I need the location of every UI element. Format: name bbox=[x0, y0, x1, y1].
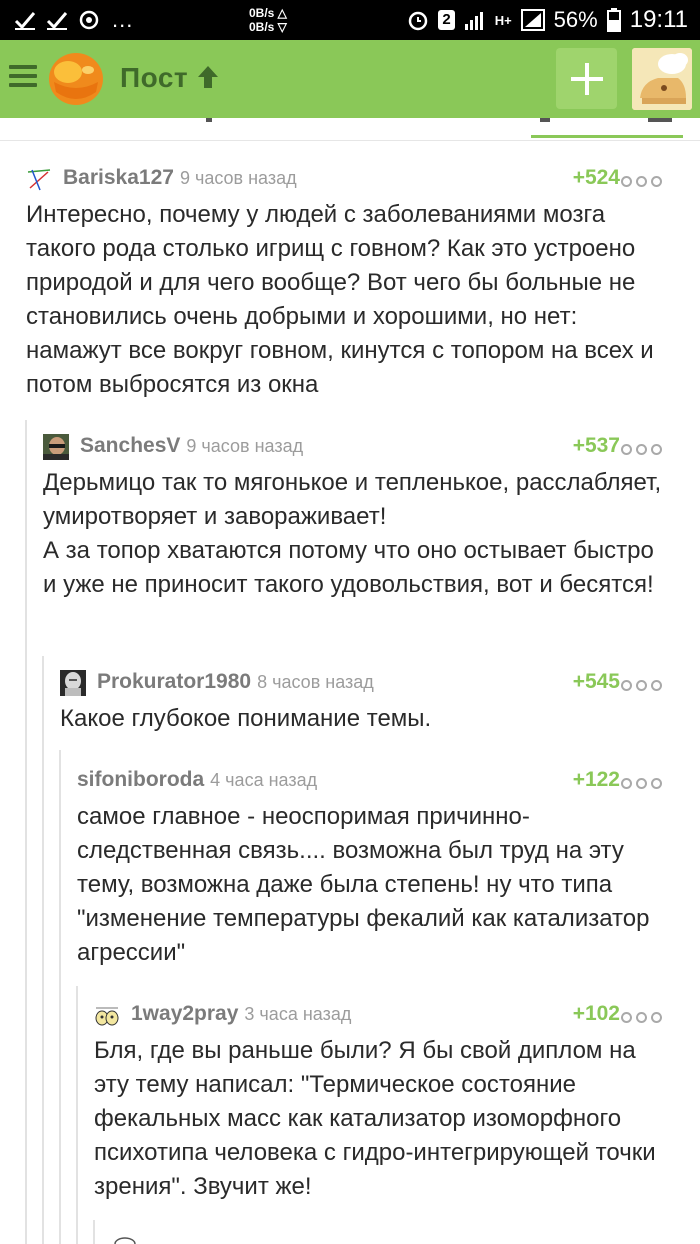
comment-text: самое главное - неоспоримая причинно-сле… bbox=[77, 803, 650, 966]
comment-author[interactable]: sifoniboroda 4 часа назад bbox=[77, 768, 317, 792]
comment-rating: +524 bbox=[572, 166, 620, 189]
comment-header: Bariska127 9 часов назад +524 bbox=[26, 162, 700, 196]
comment-time: 8 часов назад bbox=[257, 672, 374, 692]
more-options-icon[interactable] bbox=[621, 778, 662, 789]
comment-text: Бля, где вы раньше были? Я бы свой дипло… bbox=[94, 1037, 656, 1200]
scroll-up-icon[interactable] bbox=[196, 64, 220, 90]
commenter-avatar[interactable] bbox=[112, 1236, 138, 1244]
thread-line bbox=[76, 986, 78, 1244]
comment-time: 9 часов назад bbox=[186, 436, 304, 456]
thread-line bbox=[59, 750, 61, 1244]
author-name[interactable]: Prokurator1980 bbox=[97, 670, 251, 693]
tab-label-fragment bbox=[648, 118, 672, 122]
commenter-avatar[interactable] bbox=[60, 670, 86, 696]
check-icon bbox=[14, 12, 36, 30]
comment-header: Prokurator1980 8 часов назад +545 bbox=[60, 666, 700, 700]
comment-paragraph: А за топор хватаются потому что оно осты… bbox=[43, 537, 654, 598]
sync-icon bbox=[79, 10, 99, 30]
signal-strength-icon bbox=[520, 9, 545, 31]
thread-line bbox=[25, 420, 27, 1244]
user-avatar[interactable] bbox=[632, 48, 692, 110]
tab-label-fragment bbox=[206, 118, 212, 122]
author-name[interactable]: SanchesV bbox=[80, 434, 180, 457]
comment-paragraph: Дерьмицо так то мягонькое и тепленькое, … bbox=[43, 469, 662, 530]
comment-header: 1way2pray 3 часа назад +102 bbox=[94, 998, 700, 1032]
menu-icon[interactable] bbox=[9, 65, 37, 87]
app-toolbar: Пост bbox=[0, 40, 700, 118]
commenter-avatar[interactable] bbox=[43, 434, 69, 460]
more-options-icon[interactable] bbox=[621, 444, 662, 455]
status-bar: ... 0B/s △ 0B/s ▽ 2 H+ 56% 19:11 bbox=[0, 0, 700, 40]
comment-text: Дерьмицо так то мягонькое и тепленькое, … bbox=[43, 466, 673, 602]
comment-text: Интересно, почему у людей с заболеваниям… bbox=[26, 201, 654, 398]
commenter-avatar[interactable] bbox=[26, 166, 52, 192]
comment-author[interactable]: Prokurator1980 8 часов назад bbox=[97, 670, 374, 694]
comment-header: sifoniboroda 4 часа назад +122 bbox=[77, 764, 700, 798]
pikabu-logo[interactable] bbox=[48, 52, 104, 106]
user-avatar-image bbox=[632, 48, 692, 110]
more-options-icon[interactable] bbox=[621, 680, 662, 691]
download-speed: 0B/s ▽ bbox=[249, 20, 287, 34]
clock: 19:11 bbox=[629, 6, 688, 33]
alarm-icon bbox=[409, 11, 428, 31]
more-notifications: ... bbox=[112, 7, 134, 32]
comment-rating: +537 bbox=[572, 434, 620, 457]
battery-icon bbox=[606, 8, 621, 32]
more-options-icon[interactable] bbox=[621, 176, 662, 187]
sim-badge: 2 bbox=[438, 10, 455, 30]
signal-icon bbox=[464, 12, 483, 30]
comment-author[interactable]: 1way2pray 3 часа назад bbox=[131, 1002, 351, 1026]
notification-icons: ... bbox=[14, 7, 133, 33]
active-tab-indicator bbox=[531, 135, 683, 138]
tab-bar bbox=[0, 118, 700, 141]
comment-author[interactable]: SanchesV 9 часов назад bbox=[80, 434, 303, 458]
author-name[interactable]: 1way2pray bbox=[131, 1002, 238, 1025]
comment-time: 4 часа назад bbox=[210, 770, 318, 790]
comment-time: 9 часов назад bbox=[179, 168, 297, 188]
comment-author[interactable]: Bariska127 9 часов назад bbox=[63, 166, 297, 190]
author-name[interactable]: sifoniboroda bbox=[77, 768, 204, 791]
comment: 1way2pray 3 часа назад +102 Бля, где вы р… bbox=[94, 998, 700, 1204]
check-icon bbox=[46, 12, 68, 30]
comment-rating: +545 bbox=[572, 670, 620, 693]
battery-percent: 56% bbox=[553, 7, 598, 32]
comment-time: 3 часа назад bbox=[244, 1004, 352, 1024]
thread-line bbox=[93, 1220, 95, 1244]
comment-header: SanchesV 9 часов назад +537 bbox=[43, 430, 700, 464]
upload-speed: 0B/s △ bbox=[249, 6, 287, 20]
comment-text: Какое глубокое понимание темы. bbox=[60, 705, 432, 732]
plus-icon bbox=[570, 62, 603, 95]
comment-rating: +122 bbox=[572, 768, 620, 791]
comment: Prokurator1980 8 часов назад +545 Какое г… bbox=[60, 666, 700, 736]
comment: Bariska127 9 часов назад +524 Интересно, … bbox=[26, 162, 700, 402]
more-options-icon[interactable] bbox=[621, 1012, 662, 1023]
comment: SanchesV 9 часов назад +537 Дерьмицо так … bbox=[43, 430, 700, 602]
thread-line bbox=[42, 656, 44, 1244]
system-icons: 2 H+ 56% 19:11 bbox=[407, 0, 688, 40]
network-speed: 0B/s △ 0B/s ▽ bbox=[249, 6, 287, 34]
commenter-avatar[interactable] bbox=[94, 1002, 120, 1028]
comment-rating: +102 bbox=[572, 1002, 620, 1025]
network-type: H+ bbox=[494, 12, 512, 28]
add-post-button[interactable] bbox=[556, 48, 617, 109]
author-name[interactable]: Bariska127 bbox=[63, 166, 174, 189]
comment: sifoniboroda 4 часа назад +122 самое глав… bbox=[77, 764, 700, 970]
tab-label-fragment bbox=[540, 118, 550, 122]
page-title: Пост bbox=[120, 62, 189, 93]
